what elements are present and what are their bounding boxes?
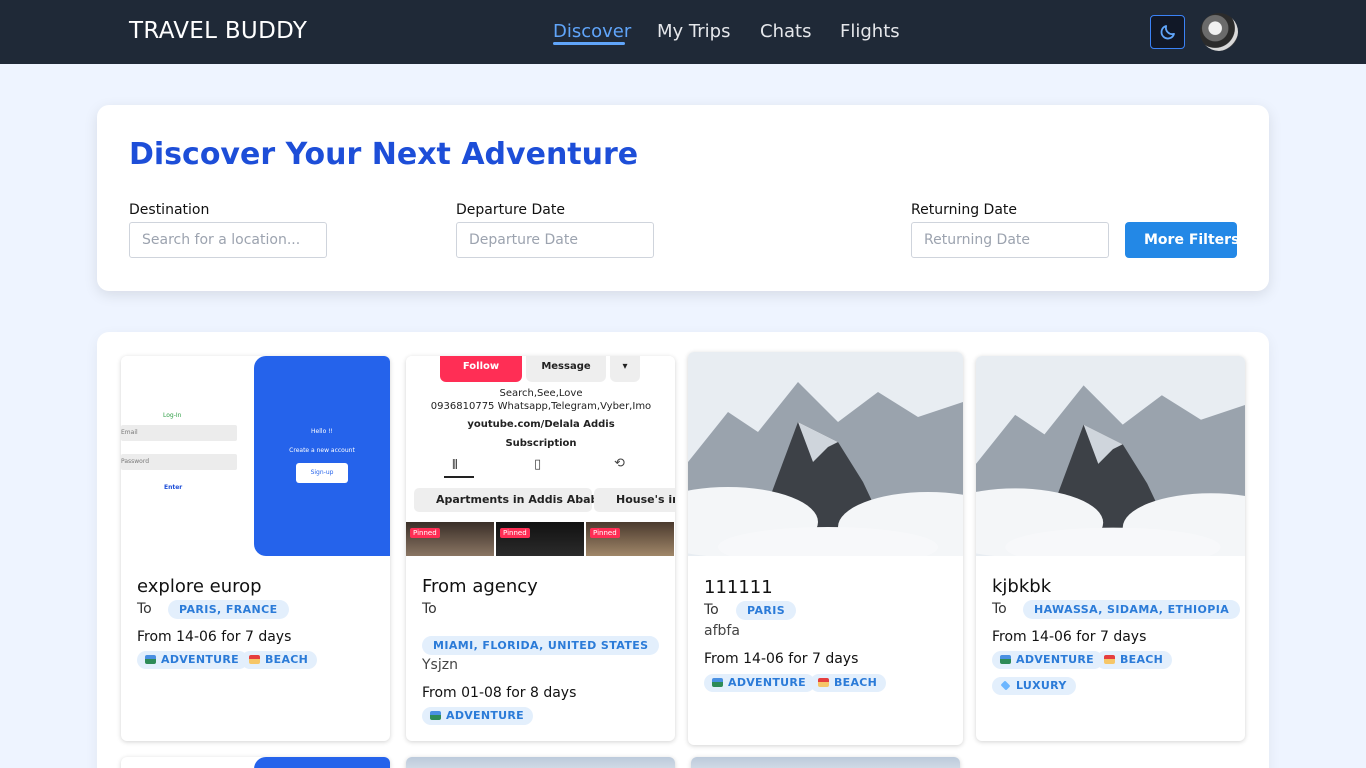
img-login-label: Log-In bbox=[163, 412, 182, 419]
user-avatar[interactable] bbox=[1200, 13, 1238, 51]
top-navbar: TRAVEL BUDDY Discover My Trips Chats Fli… bbox=[0, 0, 1366, 64]
mountain-photo bbox=[976, 356, 1245, 556]
beach-icon bbox=[1104, 655, 1115, 664]
trip-card[interactable]: 111111 To PARIS afbfa From 14-06 for 7 d… bbox=[688, 352, 963, 745]
tag-adventure: ADVENTURE bbox=[422, 707, 533, 725]
img-bio-1: Search,See,Love bbox=[499, 388, 583, 399]
trip-card-title: From agency bbox=[422, 576, 538, 597]
more-filters-button[interactable]: More Filters bbox=[1125, 222, 1237, 258]
tag-luxury: LUXURY bbox=[992, 677, 1076, 695]
img-create: Create a new account bbox=[289, 447, 355, 454]
departure-date-input[interactable] bbox=[456, 222, 654, 258]
active-nav-underline bbox=[553, 42, 625, 45]
trip-card-dates: From 14-06 for 7 days bbox=[704, 651, 859, 667]
img-tab-underline bbox=[444, 476, 474, 478]
moon-icon bbox=[1160, 25, 1175, 40]
trip-card-title: kjbkbk bbox=[992, 576, 1052, 597]
departure-date-label: Departure Date bbox=[456, 202, 565, 218]
trip-card-title: 111111 bbox=[704, 577, 773, 598]
trip-card-next-row[interactable] bbox=[406, 757, 675, 768]
img-bio-2: 0936810775 Whatsapp,Telegram,Vyber,Imo bbox=[430, 401, 652, 412]
img-bio-4: Subscription bbox=[505, 438, 577, 449]
trip-card-next-row[interactable] bbox=[691, 757, 960, 768]
search-panel: Discover Your Next Adventure Destination… bbox=[97, 105, 1269, 291]
nav-discover[interactable]: Discover bbox=[553, 21, 631, 42]
adventure-icon bbox=[712, 678, 723, 687]
trip-card-location: PARIS, FRANCE bbox=[168, 600, 289, 619]
img-pinned-3: Pinned bbox=[590, 528, 620, 538]
trip-card-dates: From 01-08 for 8 days bbox=[422, 685, 577, 701]
tag-beach: BEACH bbox=[241, 651, 318, 669]
trip-card-to: To bbox=[422, 601, 437, 617]
img-more-icon: ▾ bbox=[610, 356, 640, 382]
trip-card-image: Log-In Email Password Enter Hello !! Cre… bbox=[121, 356, 390, 556]
trip-card-image bbox=[688, 352, 963, 556]
trip-card-title: explore europ bbox=[137, 576, 262, 597]
nav-flights[interactable]: Flights bbox=[840, 21, 900, 42]
trip-card-location: HAWASSA, SIDAMA, ETHIOPIA bbox=[1023, 600, 1241, 619]
trip-card-description: afbfa bbox=[704, 623, 740, 639]
img-signup: Sign-up bbox=[296, 463, 348, 483]
trip-card[interactable]: Log-In Email Password Enter Hello !! Cre… bbox=[121, 356, 390, 741]
trip-card[interactable]: Follow Message ▾ Search,See,Love 0936810… bbox=[406, 356, 675, 741]
img-repost-icon: ⟲ bbox=[614, 456, 625, 471]
img-password-hint: Password bbox=[121, 458, 150, 465]
theme-toggle-button[interactable] bbox=[1150, 15, 1185, 49]
luxury-icon bbox=[1000, 680, 1011, 691]
img-pinned-1: Pinned bbox=[410, 528, 440, 538]
img-chip-1: Apartments in Addis Ababa bbox=[414, 488, 606, 512]
beach-icon bbox=[249, 655, 260, 664]
trip-card-dates: From 14-06 for 7 days bbox=[137, 629, 292, 645]
img-bio-3: youtube.com/Delala Addis bbox=[467, 419, 615, 430]
trip-card-image bbox=[976, 356, 1245, 556]
img-chip-2: House's in A bbox=[594, 488, 675, 512]
tag-adventure: ADVENTURE bbox=[992, 651, 1103, 669]
img-hello: Hello !! bbox=[311, 428, 333, 435]
nav-chats[interactable]: Chats bbox=[760, 21, 811, 42]
img-bookmark-icon: ▯ bbox=[534, 457, 542, 472]
trip-card-location: PARIS bbox=[736, 601, 797, 620]
img-email-field bbox=[121, 425, 237, 441]
destination-label: Destination bbox=[129, 202, 210, 218]
page-title: Discover Your Next Adventure bbox=[129, 137, 639, 172]
trip-card-to: To bbox=[992, 601, 1007, 617]
img-message: Message bbox=[526, 356, 606, 382]
trip-card[interactable]: kjbkbk To HAWASSA, SIDAMA, ETHIOPIA From… bbox=[976, 356, 1245, 741]
adventure-icon bbox=[1000, 655, 1011, 664]
adventure-icon bbox=[145, 655, 156, 664]
destination-input[interactable] bbox=[129, 222, 327, 258]
returning-date-input[interactable] bbox=[911, 222, 1109, 258]
img-follow: Follow bbox=[440, 356, 522, 382]
mountain-photo bbox=[688, 352, 963, 556]
returning-date-label: Returning Date bbox=[911, 202, 1018, 218]
trip-card-location: MIAMI, FLORIDA, UNITED STATES bbox=[422, 636, 660, 655]
trip-card-dates: From 14-06 for 7 days bbox=[992, 629, 1147, 645]
img-pinned-2: Pinned bbox=[500, 528, 530, 538]
beach-icon bbox=[818, 678, 829, 687]
brand-logo[interactable]: TRAVEL BUDDY bbox=[129, 18, 307, 44]
tag-adventure: ADVENTURE bbox=[137, 651, 248, 669]
img-email-hint: Email bbox=[121, 429, 138, 436]
img-enter-label: Enter bbox=[164, 484, 183, 491]
trip-card-next-row[interactable] bbox=[121, 757, 390, 768]
img-blue-panel: Hello !! Create a new account Sign-up bbox=[254, 356, 390, 556]
trip-card-to: To bbox=[704, 602, 719, 618]
img-grid-icon: ⦀ bbox=[452, 458, 458, 473]
trip-card-to: To bbox=[137, 601, 152, 617]
tag-adventure: ADVENTURE bbox=[704, 674, 815, 692]
tag-beach: BEACH bbox=[1096, 651, 1173, 669]
tag-beach: BEACH bbox=[810, 674, 887, 692]
trip-card-description: Ysjzn bbox=[422, 657, 458, 673]
trip-card-image: Follow Message ▾ Search,See,Love 0936810… bbox=[406, 356, 675, 556]
nav-my-trips[interactable]: My Trips bbox=[657, 21, 730, 42]
adventure-icon bbox=[430, 711, 441, 720]
